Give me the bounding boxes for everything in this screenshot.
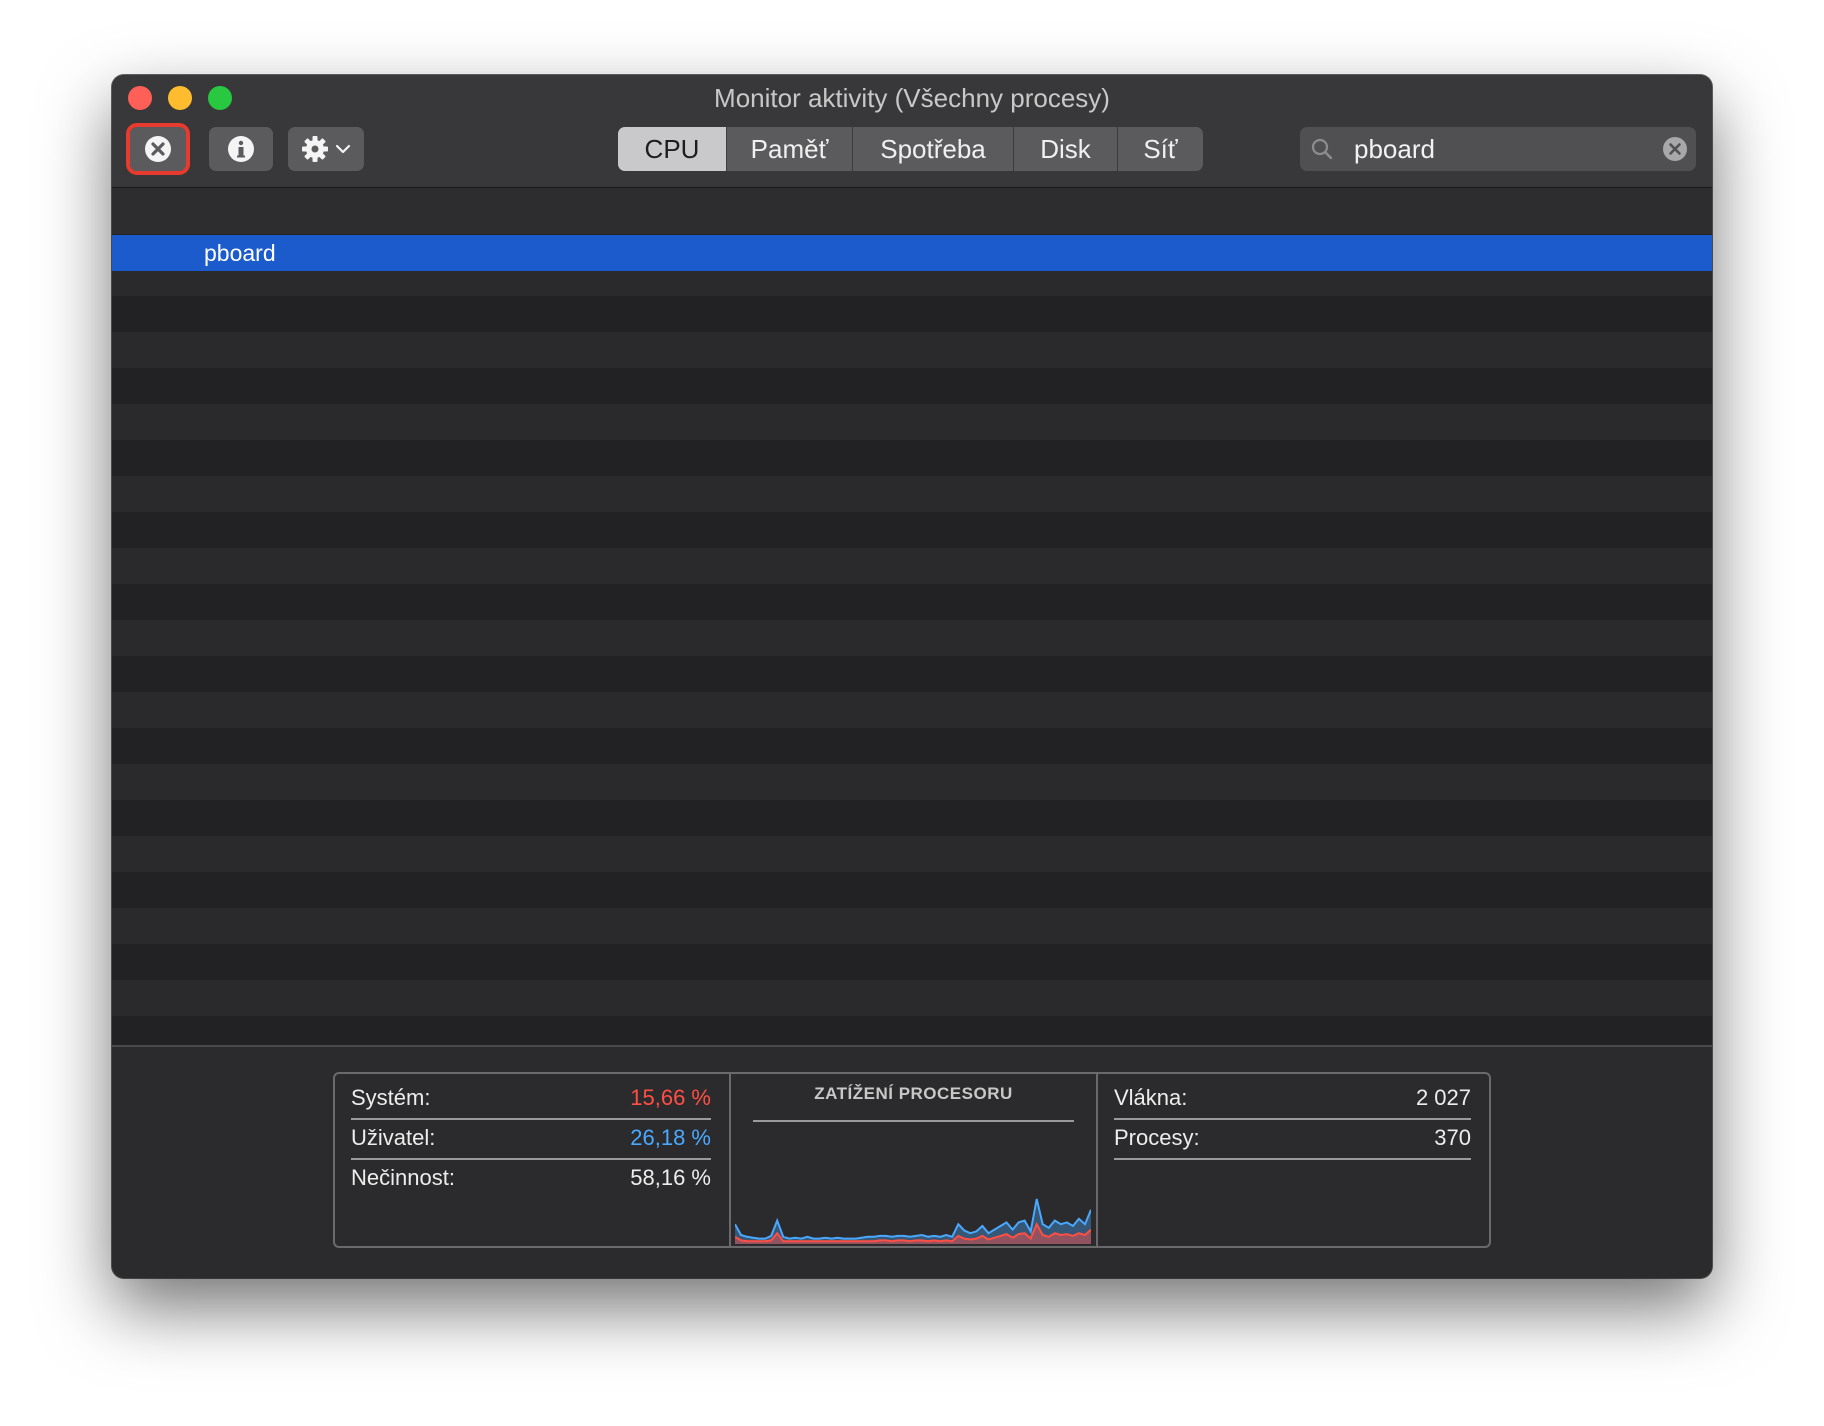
process-table[interactable]: pboard	[112, 188, 1712, 1045]
processes-value: 370	[1434, 1125, 1471, 1150]
stats-box: Systém: 15,66 % Uživatel: 26,18 % Nečinn…	[333, 1072, 1491, 1248]
titlebar: Monitor aktivity (Všechny procesy) CPU P…	[112, 75, 1712, 188]
idle-value: 58,16 %	[630, 1165, 711, 1190]
stop-process-button[interactable]	[126, 123, 190, 175]
tab-network[interactable]: Síť	[1117, 127, 1203, 171]
chart-title: ZATÍŽENÍ PROCESORU	[753, 1084, 1074, 1122]
info-icon	[228, 136, 254, 162]
table-row-selected[interactable]: pboard	[112, 235, 1712, 271]
cpu-summary-panel: Systém: 15,66 % Uživatel: 26,18 % Nečinn…	[112, 1045, 1712, 1278]
chevron-down-icon	[335, 144, 351, 154]
tab-memory[interactable]: Paměť	[726, 127, 852, 171]
user-value: 26,18 %	[630, 1125, 711, 1150]
idle-label: Nečinnost:	[351, 1165, 455, 1190]
clear-search-icon[interactable]	[1662, 136, 1688, 162]
threads-label: Vlákna:	[1114, 1085, 1188, 1110]
tab-disk[interactable]: Disk	[1013, 127, 1117, 171]
cpu-load-chart	[735, 1198, 1091, 1244]
x-circle-icon	[145, 136, 171, 162]
tab-energy[interactable]: Spotřeba	[852, 127, 1013, 171]
processes-label: Procesy:	[1114, 1125, 1200, 1150]
search-icon	[1311, 138, 1333, 160]
table-header[interactable]	[112, 188, 1712, 234]
cpu-load-chart-column: ZATÍŽENÍ PROCESORU	[731, 1074, 1098, 1246]
system-value: 15,66 %	[630, 1085, 711, 1110]
view-tabs: CPU Paměť Spotřeba Disk Síť	[618, 127, 1203, 171]
threads-processes-column: Vlákna: 2 027 Procesy: 370	[1098, 1074, 1489, 1246]
actions-menu-button[interactable]	[288, 127, 364, 171]
process-name: pboard	[204, 240, 276, 266]
window-title: Monitor aktivity (Všechny procesy)	[714, 83, 1110, 113]
system-label: Systém:	[351, 1085, 431, 1110]
gear-icon	[302, 136, 328, 162]
cpu-usage-column: Systém: 15,66 % Uživatel: 26,18 % Nečinn…	[335, 1074, 731, 1246]
threads-value: 2 027	[1415, 1085, 1471, 1110]
threads-row: Vlákna: 2 027	[1114, 1078, 1471, 1120]
inspect-process-button[interactable]	[209, 127, 273, 171]
user-label: Uživatel:	[351, 1125, 436, 1150]
processes-row: Procesy: 370	[1114, 1118, 1471, 1160]
idle-row: Nečinnost: 58,16 %	[351, 1158, 711, 1198]
search-field[interactable]: pboard	[1300, 127, 1696, 171]
tab-cpu[interactable]: CPU	[618, 127, 726, 171]
search-input-value[interactable]: pboard	[1354, 127, 1435, 171]
activity-monitor-window: Monitor aktivity (Všechny procesy) CPU P…	[112, 75, 1712, 1278]
user-row: Uživatel: 26,18 %	[351, 1118, 711, 1160]
system-row: Systém: 15,66 %	[351, 1078, 711, 1120]
